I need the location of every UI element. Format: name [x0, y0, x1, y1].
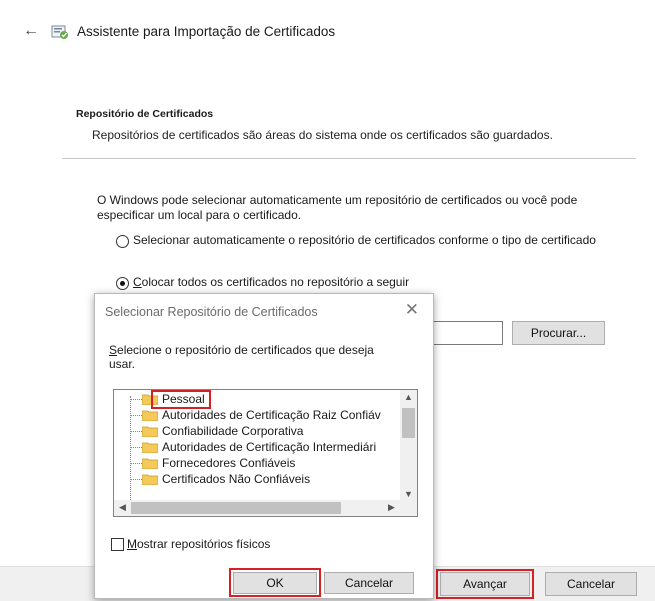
- back-arrow-icon[interactable]: ←: [22, 22, 40, 40]
- radio-auto-select[interactable]: Selecionar automaticamente o repositório…: [116, 233, 606, 248]
- tree-branch: [130, 479, 142, 480]
- intro-text: O Windows pode selecionar automaticament…: [97, 193, 578, 222]
- show-physical-label: Mostrar repositórios físicos: [127, 537, 271, 551]
- section-title: Repositório de Certificados: [76, 108, 214, 120]
- tree-branch: [130, 415, 142, 416]
- store-tree-items: Pessoal Autoridades de Certificação Raiz…: [114, 390, 400, 502]
- radio-manual-label: Colocar todos os certificados no reposit…: [133, 275, 410, 289]
- tree-branch: [130, 399, 142, 400]
- certificate-import-wizard: ← Assistente para Importação de Certific…: [0, 0, 655, 601]
- select-store-dialog: Selecionar Repositório de Certificados ✕…: [94, 293, 434, 599]
- scroll-up-icon[interactable]: ▲: [400, 392, 417, 402]
- certificate-wizard-icon: [51, 25, 68, 39]
- vertical-scroll-thumb[interactable]: [402, 408, 415, 438]
- wizard-cancel-button[interactable]: Cancelar: [545, 572, 637, 596]
- certificate-store-field[interactable]: [425, 321, 503, 345]
- ok-button[interactable]: OK: [233, 572, 317, 594]
- folder-icon: [142, 410, 158, 421]
- tree-item-root-ca[interactable]: Autoridades de Certificação Raiz Confiáv: [114, 407, 400, 423]
- folder-icon: [142, 474, 158, 485]
- section-description: Repositórios de certificados são áreas d…: [92, 128, 553, 142]
- tree-item-enterprise-trust[interactable]: Confiabilidade Corporativa: [114, 423, 400, 439]
- tree-item-untrusted[interactable]: Certificados Não Confiáveis: [114, 471, 400, 487]
- horizontal-scroll-thumb[interactable]: [131, 502, 341, 514]
- folder-icon: [142, 426, 158, 437]
- tree-item-label: Certificados Não Confiáveis: [162, 472, 311, 486]
- tree-item-trusted-publishers[interactable]: Fornecedores Confiáveis: [114, 455, 400, 471]
- radio-auto-label: Selecionar automaticamente o repositório…: [133, 233, 596, 247]
- tree-item-label: Autoridades de Certificação Raiz Confiáv: [162, 408, 381, 422]
- scroll-down-icon[interactable]: ▼: [400, 489, 417, 499]
- dialog-prompt: Selecione o repositório de certificados …: [109, 343, 374, 371]
- tree-branch: [130, 463, 142, 464]
- radio-manual-store[interactable]: Colocar todos os certificados no reposit…: [116, 275, 516, 290]
- tree-branch: [130, 447, 142, 448]
- folder-icon: [142, 458, 158, 469]
- tree-vertical-scrollbar[interactable]: ▲ ▼: [400, 390, 417, 501]
- show-physical-stores[interactable]: Mostrar repositórios físicos: [111, 537, 270, 551]
- header-divider: [62, 158, 636, 159]
- show-physical-checkbox[interactable]: [111, 537, 124, 551]
- tree-item-label: Autoridades de Certificação Intermediári: [162, 440, 377, 454]
- browse-button[interactable]: Procurar...: [512, 321, 605, 345]
- folder-icon: [142, 394, 158, 405]
- next-button[interactable]: Avançar: [440, 572, 530, 596]
- radio-manual-indicator[interactable]: [116, 277, 129, 290]
- tree-branch: [130, 431, 142, 432]
- store-tree[interactable]: Pessoal Autoridades de Certificação Raiz…: [113, 389, 418, 517]
- tree-item-intermediate-ca[interactable]: Autoridades de Certificação Intermediári: [114, 439, 400, 455]
- dialog-title: Selecionar Repositório de Certificados: [105, 305, 318, 319]
- tree-horizontal-scrollbar[interactable]: ◀ ▶: [114, 500, 417, 516]
- radio-auto-indicator[interactable]: [116, 235, 129, 248]
- dialog-cancel-button[interactable]: Cancelar: [324, 572, 414, 594]
- tree-item-pessoal[interactable]: Pessoal: [114, 391, 400, 407]
- scroll-right-icon[interactable]: ▶: [383, 502, 400, 513]
- folder-icon: [142, 442, 158, 453]
- wizard-title: Assistente para Importação de Certificad…: [77, 24, 336, 39]
- tree-item-label: Fornecedores Confiáveis: [162, 456, 296, 470]
- tree-item-label: Confiabilidade Corporativa: [162, 424, 304, 438]
- tree-item-label: Pessoal: [162, 392, 205, 406]
- close-icon[interactable]: ✕: [405, 300, 419, 320]
- scroll-left-icon[interactable]: ◀: [114, 502, 131, 513]
